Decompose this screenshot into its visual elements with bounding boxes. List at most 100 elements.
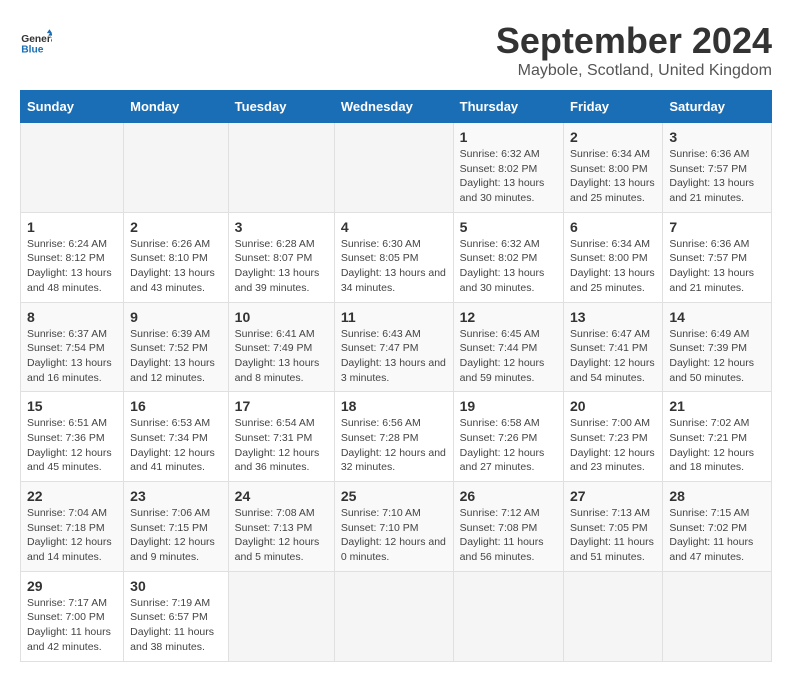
page-title: September 2024 [496,20,772,62]
calendar-cell: 9Sunrise: 6:39 AMSunset: 7:52 PMDaylight… [124,302,229,392]
calendar-cell: 1Sunrise: 6:32 AMSunset: 8:02 PMDaylight… [453,123,563,213]
day-number: 11 [341,309,447,325]
day-detail: Sunrise: 7:06 AMSunset: 7:15 PMDaylight:… [130,506,222,565]
calendar-cell: 19 Sunrise: 6:58 AMSunset: 7:26 PMDayligh… [453,392,563,482]
day-detail: Sunrise: 6:26 AMSunset: 8:10 PMDaylight:… [130,237,222,296]
calendar-cell [663,571,772,661]
day-number: 12 [460,309,557,325]
calendar-cell: 11 Sunrise: 6:43 AMSunset: 7:47 PMDayligh… [334,302,453,392]
calendar-cell: 10Sunrise: 6:41 AMSunset: 7:49 PMDayligh… [228,302,334,392]
calendar-cell [334,571,453,661]
day-detail: Sunrise: 7:13 AMSunset: 7:05 PMDaylight:… [570,506,656,565]
day-number: 27 [570,488,656,504]
day-detail: Sunrise: 6:37 AMSunset: 7:54 PMDaylight:… [27,327,117,386]
page-subtitle: Maybole, Scotland, United Kingdom [496,62,772,80]
day-detail: Sunrise: 6:58 AMSunset: 7:26 PMDaylight:… [460,416,557,475]
column-header-saturday: Saturday [663,91,772,123]
calendar-cell [228,571,334,661]
page-header: General Blue September 2024 Maybole, Sco… [20,20,772,80]
day-detail: Sunrise: 7:12 AMSunset: 7:08 PMDaylight:… [460,506,557,565]
day-number: 19 [460,398,557,414]
day-number: 13 [570,309,656,325]
calendar-cell: 2 Sunrise: 6:26 AMSunset: 8:10 PMDaylight… [124,212,229,302]
day-number: 30 [130,578,222,594]
day-detail: Sunrise: 7:00 AMSunset: 7:23 PMDaylight:… [570,416,656,475]
day-number: 5 [460,219,557,235]
svg-text:Blue: Blue [21,44,43,55]
day-detail: Sunrise: 7:15 AMSunset: 7:02 PMDaylight:… [669,506,765,565]
day-number: 16 [130,398,222,414]
day-detail: Sunrise: 6:34 AMSunset: 8:00 PMDaylight:… [570,147,656,206]
calendar-cell: 3 Sunrise: 6:28 AMSunset: 8:07 PMDaylight… [228,212,334,302]
calendar-cell: 14 Sunrise: 6:49 AMSunset: 7:39 PMDayligh… [663,302,772,392]
day-detail: Sunrise: 7:19 AMSunset: 6:57 PMDaylight:… [130,596,222,655]
day-number: 23 [130,488,222,504]
day-number: 4 [341,219,447,235]
day-detail: Sunrise: 6:56 AMSunset: 7:28 PMDaylight:… [341,416,447,475]
day-number: 18 [341,398,447,414]
svg-text:General: General [21,34,52,45]
calendar-cell [453,571,563,661]
calendar-cell: 22 Sunrise: 7:04 AMSunset: 7:18 PMDayligh… [21,482,124,572]
calendar-cell: 28 Sunrise: 7:15 AMSunset: 7:02 PMDayligh… [663,482,772,572]
calendar-cell [564,571,663,661]
calendar-cell: 17Sunrise: 6:54 AMSunset: 7:31 PMDayligh… [228,392,334,482]
calendar-cell: 30 Sunrise: 7:19 AMSunset: 6:57 PMDayligh… [124,571,229,661]
day-number: 15 [27,398,117,414]
day-detail: Sunrise: 6:43 AMSunset: 7:47 PMDaylight:… [341,327,447,386]
calendar-cell [124,123,229,213]
day-number: 3 [669,129,765,145]
day-number: 26 [460,488,557,504]
day-number: 25 [341,488,447,504]
calendar-cell: 24Sunrise: 7:08 AMSunset: 7:13 PMDayligh… [228,482,334,572]
calendar-cell: 21Sunrise: 7:02 AMSunset: 7:21 PMDayligh… [663,392,772,482]
day-detail: Sunrise: 6:51 AMSunset: 7:36 PMDaylight:… [27,416,117,475]
title-area: September 2024 Maybole, Scotland, United… [496,20,772,80]
day-number: 9 [130,309,222,325]
calendar-cell: 26 Sunrise: 7:12 AMSunset: 7:08 PMDayligh… [453,482,563,572]
day-number: 29 [27,578,117,594]
day-detail: Sunrise: 7:02 AMSunset: 7:21 PMDaylight:… [669,416,765,475]
calendar-cell: 7Sunrise: 6:36 AMSunset: 7:57 PMDaylight… [663,212,772,302]
column-header-sunday: Sunday [21,91,124,123]
day-number: 8 [27,309,117,325]
calendar-cell: 5 Sunrise: 6:32 AMSunset: 8:02 PMDaylight… [453,212,563,302]
day-number: 6 [570,219,656,235]
calendar-cell: 8 Sunrise: 6:37 AMSunset: 7:54 PMDaylight… [21,302,124,392]
calendar-cell: 4 Sunrise: 6:30 AMSunset: 8:05 PMDaylight… [334,212,453,302]
day-detail: Sunrise: 6:30 AMSunset: 8:05 PMDaylight:… [341,237,447,296]
logo-icon: General Blue [20,28,52,60]
day-detail: Sunrise: 6:47 AMSunset: 7:41 PMDaylight:… [570,327,656,386]
day-detail: Sunrise: 6:32 AMSunset: 8:02 PMDaylight:… [460,237,557,296]
day-number: 2 [130,219,222,235]
day-detail: Sunrise: 6:54 AMSunset: 7:31 PMDaylight:… [235,416,328,475]
column-header-thursday: Thursday [453,91,563,123]
week-row-3: 8 Sunrise: 6:37 AMSunset: 7:54 PMDaylight… [21,302,772,392]
day-detail: Sunrise: 6:28 AMSunset: 8:07 PMDaylight:… [235,237,328,296]
day-number: 14 [669,309,765,325]
day-detail: Sunrise: 6:49 AMSunset: 7:39 PMDaylight:… [669,327,765,386]
day-number: 28 [669,488,765,504]
column-header-monday: Monday [124,91,229,123]
week-row-6: 29 Sunrise: 7:17 AMSunset: 7:00 PMDayligh… [21,571,772,661]
day-detail: Sunrise: 6:34 AMSunset: 8:00 PMDaylight:… [570,237,656,296]
day-detail: Sunrise: 7:17 AMSunset: 7:00 PMDaylight:… [27,596,117,655]
calendar-cell: 16 Sunrise: 6:53 AMSunset: 7:34 PMDayligh… [124,392,229,482]
column-header-tuesday: Tuesday [228,91,334,123]
day-number: 22 [27,488,117,504]
week-row-1: 1Sunrise: 6:32 AMSunset: 8:02 PMDaylight… [21,123,772,213]
calendar-cell: 12Sunrise: 6:45 AMSunset: 7:44 PMDayligh… [453,302,563,392]
day-detail: Sunrise: 7:04 AMSunset: 7:18 PMDaylight:… [27,506,117,565]
calendar-cell: 6 Sunrise: 6:34 AMSunset: 8:00 PMDaylight… [564,212,663,302]
day-detail: Sunrise: 6:53 AMSunset: 7:34 PMDaylight:… [130,416,222,475]
day-number: 20 [570,398,656,414]
calendar-cell: 27 Sunrise: 7:13 AMSunset: 7:05 PMDayligh… [564,482,663,572]
day-number: 1 [27,219,117,235]
header-row: SundayMondayTuesdayWednesdayThursdayFrid… [21,91,772,123]
week-row-4: 15 Sunrise: 6:51 AMSunset: 7:36 PMDayligh… [21,392,772,482]
logo: General Blue [20,28,52,60]
calendar-cell: 15 Sunrise: 6:51 AMSunset: 7:36 PMDayligh… [21,392,124,482]
day-number: 3 [235,219,328,235]
column-header-friday: Friday [564,91,663,123]
day-number: 2 [570,129,656,145]
